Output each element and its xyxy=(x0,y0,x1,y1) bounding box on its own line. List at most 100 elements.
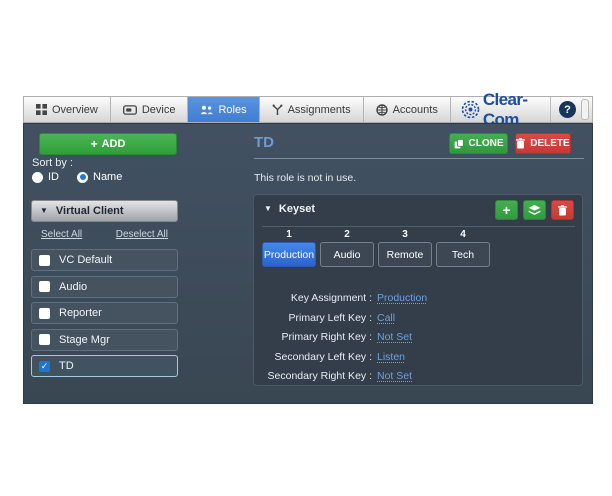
key-column-4: 4 Tech xyxy=(436,229,490,267)
checkbox-unchecked[interactable] xyxy=(39,334,50,345)
tab-label: Assignments xyxy=(288,104,351,116)
app-window: Overview Device Roles xyxy=(23,96,593,404)
secondary-left-key-value-link[interactable]: Listen xyxy=(377,348,405,368)
tab-accounts[interactable]: Accounts xyxy=(364,97,451,122)
key-button-tech[interactable]: Tech xyxy=(436,242,490,267)
duplicate-keyset-button[interactable] xyxy=(523,200,546,220)
sort-option-id[interactable]: ID xyxy=(32,171,59,183)
role-item-reporter[interactable]: Reporter xyxy=(31,302,178,324)
sort-option-name[interactable]: Name xyxy=(77,171,122,183)
key-number: 4 xyxy=(436,229,490,240)
add-key-button[interactable]: + xyxy=(495,200,518,220)
role-label: VC Default xyxy=(59,254,112,266)
checkbox-unchecked[interactable] xyxy=(39,308,50,319)
key-button-remote[interactable]: Remote xyxy=(378,242,432,267)
tab-bar: Overview Device Roles xyxy=(23,96,593,123)
clone-label: CLONE xyxy=(469,138,504,149)
role-label: Stage Mgr xyxy=(59,334,110,346)
brand-area: Clear-Com ? xyxy=(451,97,592,122)
key-number: 1 xyxy=(262,229,316,240)
delete-label: DELETE xyxy=(530,138,569,149)
keys-row: 1 Production 2 Audio 3 Remote 4 Tech xyxy=(262,229,490,267)
globe-icon xyxy=(376,104,388,116)
checkbox-unchecked[interactable] xyxy=(39,255,50,266)
keyset-divider xyxy=(262,226,575,227)
keyset-actions: + xyxy=(495,200,574,220)
tab-label: Overview xyxy=(52,104,98,116)
tab-device[interactable]: Device xyxy=(111,97,189,122)
keyset-panel: ▼ Keyset + xyxy=(253,194,583,386)
role-title: TD xyxy=(254,134,274,151)
tab-roles[interactable]: Roles xyxy=(188,97,259,122)
keyset-header[interactable]: ▼ Keyset xyxy=(264,203,315,215)
deselect-all-link[interactable]: Deselect All xyxy=(116,229,168,240)
delete-keyset-button[interactable] xyxy=(551,200,574,220)
secondary-right-key-value-link[interactable]: Not Set xyxy=(377,367,412,387)
plus-icon: + xyxy=(502,203,510,217)
sort-options: ID Name xyxy=(32,171,122,183)
clone-button[interactable]: CLONE xyxy=(449,133,508,154)
role-item-audio[interactable]: Audio xyxy=(31,276,178,298)
assignment-row: Primary Left Key : Call xyxy=(254,309,582,329)
people-icon xyxy=(200,105,213,115)
assignment-row: Secondary Right Key : Not Set xyxy=(254,367,582,387)
add-role-button[interactable]: + ADD xyxy=(39,133,177,155)
role-label: Audio xyxy=(59,281,87,293)
checkbox-checked[interactable]: ✓ xyxy=(39,361,50,372)
assignment-label: Primary Right Key : xyxy=(254,328,372,348)
chevron-down-icon: ▼ xyxy=(40,207,48,215)
check-icon: ✓ xyxy=(41,362,49,371)
virtual-client-group-header[interactable]: ▼ Virtual Client xyxy=(31,200,178,222)
role-item-td[interactable]: ✓ TD xyxy=(31,355,178,377)
group-header-label: Virtual Client xyxy=(56,205,124,217)
assignment-label: Primary Left Key : xyxy=(254,309,372,329)
screenshot-canvas: Overview Device Roles xyxy=(0,0,612,496)
assignment-label: Key Assignment : xyxy=(254,289,372,309)
chevron-down-icon: ▼ xyxy=(264,205,272,213)
key-button-production[interactable]: Production xyxy=(262,242,316,267)
key-number: 3 xyxy=(378,229,432,240)
plus-icon: + xyxy=(91,138,98,150)
sort-by-label: Sort by : xyxy=(32,157,73,169)
layers-icon xyxy=(528,205,541,216)
tab-label: Device xyxy=(142,104,176,116)
sort-option-label: Name xyxy=(93,171,122,183)
assignment-row: Secondary Left Key : Listen xyxy=(254,348,582,368)
trash-icon xyxy=(558,205,567,216)
grid-icon xyxy=(36,104,47,115)
scrollbar-nub xyxy=(581,99,589,120)
key-number: 2 xyxy=(320,229,374,240)
assignment-row: Key Assignment : Production xyxy=(254,289,582,309)
branch-icon xyxy=(272,104,283,115)
key-button-audio[interactable]: Audio xyxy=(320,242,374,267)
key-column-3: 3 Remote xyxy=(378,229,432,267)
select-links: Select All Deselect All xyxy=(31,229,178,240)
checkbox-unchecked[interactable] xyxy=(39,281,50,292)
role-list: VC Default Audio Reporter Stage Mgr ✓ TD xyxy=(31,249,178,382)
tab-overview[interactable]: Overview xyxy=(24,97,111,122)
delete-button[interactable]: DELETE xyxy=(515,133,571,154)
role-label: TD xyxy=(59,360,74,372)
radio-checked-icon xyxy=(77,172,88,183)
assignment-label: Secondary Right Key : xyxy=(254,367,372,387)
tab-assignments[interactable]: Assignments xyxy=(260,97,364,122)
tab-label: Accounts xyxy=(393,104,438,116)
sort-option-label: ID xyxy=(48,171,59,183)
clone-icon xyxy=(454,139,464,149)
role-item-vc-default[interactable]: VC Default xyxy=(31,249,178,271)
key-assignment-value-link[interactable]: Production xyxy=(377,289,427,309)
add-role-label: ADD xyxy=(102,138,126,150)
tab-label: Roles xyxy=(218,104,246,116)
trash-icon xyxy=(516,138,525,149)
primary-right-key-value-link[interactable]: Not Set xyxy=(377,328,412,348)
content-body: + ADD Sort by : ID Name ▼ Virtual Client xyxy=(23,123,593,404)
clearcom-logo-icon xyxy=(461,100,480,119)
keyset-header-label: Keyset xyxy=(279,203,315,215)
select-all-link[interactable]: Select All xyxy=(41,229,82,240)
primary-left-key-value-link[interactable]: Call xyxy=(377,309,395,329)
assignment-row: Primary Right Key : Not Set xyxy=(254,328,582,348)
role-item-stage-mgr[interactable]: Stage Mgr xyxy=(31,329,178,351)
help-button[interactable]: ? xyxy=(559,101,576,118)
assignment-label: Secondary Left Key : xyxy=(254,348,372,368)
radio-icon xyxy=(32,172,43,183)
